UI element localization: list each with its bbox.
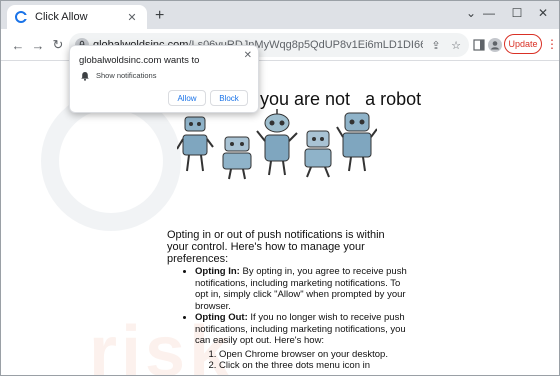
opt-out-title: Opting Out:	[195, 312, 248, 323]
opt-out-steps: Open Chrome browser on your desktop. Cli…	[195, 349, 415, 372]
browser-window: Click Allow ✕ + ⌄ — ☐ ✕ ← → ↻ globalwold…	[0, 0, 560, 376]
robot-4-icon	[304, 130, 332, 178]
update-button[interactable]: Update	[504, 34, 542, 54]
page-headline: you are not a robot	[260, 89, 422, 109]
intro-paragraph: Opting in or out of push notifications i…	[167, 229, 385, 265]
tab-click-allow[interactable]: Click Allow ✕	[7, 5, 147, 29]
notification-permission-popup: globalwoldsinc.com wants to ✕ Show notif…	[69, 45, 259, 113]
tab-close-icon[interactable]: ✕	[125, 11, 139, 24]
bookmark-star-icon[interactable]: ☆	[449, 39, 463, 52]
robots-illustration	[177, 109, 377, 180]
forward-button[interactable]: →	[29, 36, 47, 54]
profile-avatar-icon[interactable]	[487, 37, 503, 53]
robot-1-icon	[177, 116, 214, 172]
side-panel-icon[interactable]	[471, 37, 487, 53]
opt-in-title: Opting In:	[195, 266, 240, 277]
tab-title: Click Allow	[35, 11, 88, 23]
allow-button[interactable]: Allow	[168, 90, 206, 106]
block-button[interactable]: Block	[210, 90, 248, 106]
bell-icon	[81, 72, 89, 81]
robot-3-icon	[256, 109, 298, 176]
window-close-button[interactable]: ✕	[525, 1, 559, 25]
new-tab-button[interactable]: +	[155, 8, 164, 24]
instructions-list: Opting In: By opting in, you agree to re…	[177, 266, 415, 372]
popup-title: globalwoldsinc.com wants to	[79, 55, 200, 66]
share-icon[interactable]: ⇪	[429, 39, 443, 52]
reload-button[interactable]: ↻	[49, 36, 67, 54]
popup-close-icon[interactable]: ✕	[244, 50, 252, 61]
robot-2-icon	[222, 136, 252, 180]
robot-5-icon	[336, 112, 377, 172]
more-menu-icon[interactable]: ⋮	[546, 37, 558, 51]
list-item-opt-out: Opting Out: If you no longer wish to rec…	[195, 312, 415, 372]
tab-strip: Click Allow ✕ + ⌄ — ☐ ✕	[1, 1, 559, 29]
step-item: Click on the three dots menu icon in	[219, 360, 415, 372]
permission-text: Show notifications	[96, 71, 157, 80]
step-item: Open Chrome browser on your desktop.	[219, 349, 415, 361]
site-favicon-icon	[15, 11, 27, 23]
back-button[interactable]: ←	[9, 36, 27, 54]
list-item-opt-in: Opting In: By opting in, you agree to re…	[195, 266, 415, 312]
